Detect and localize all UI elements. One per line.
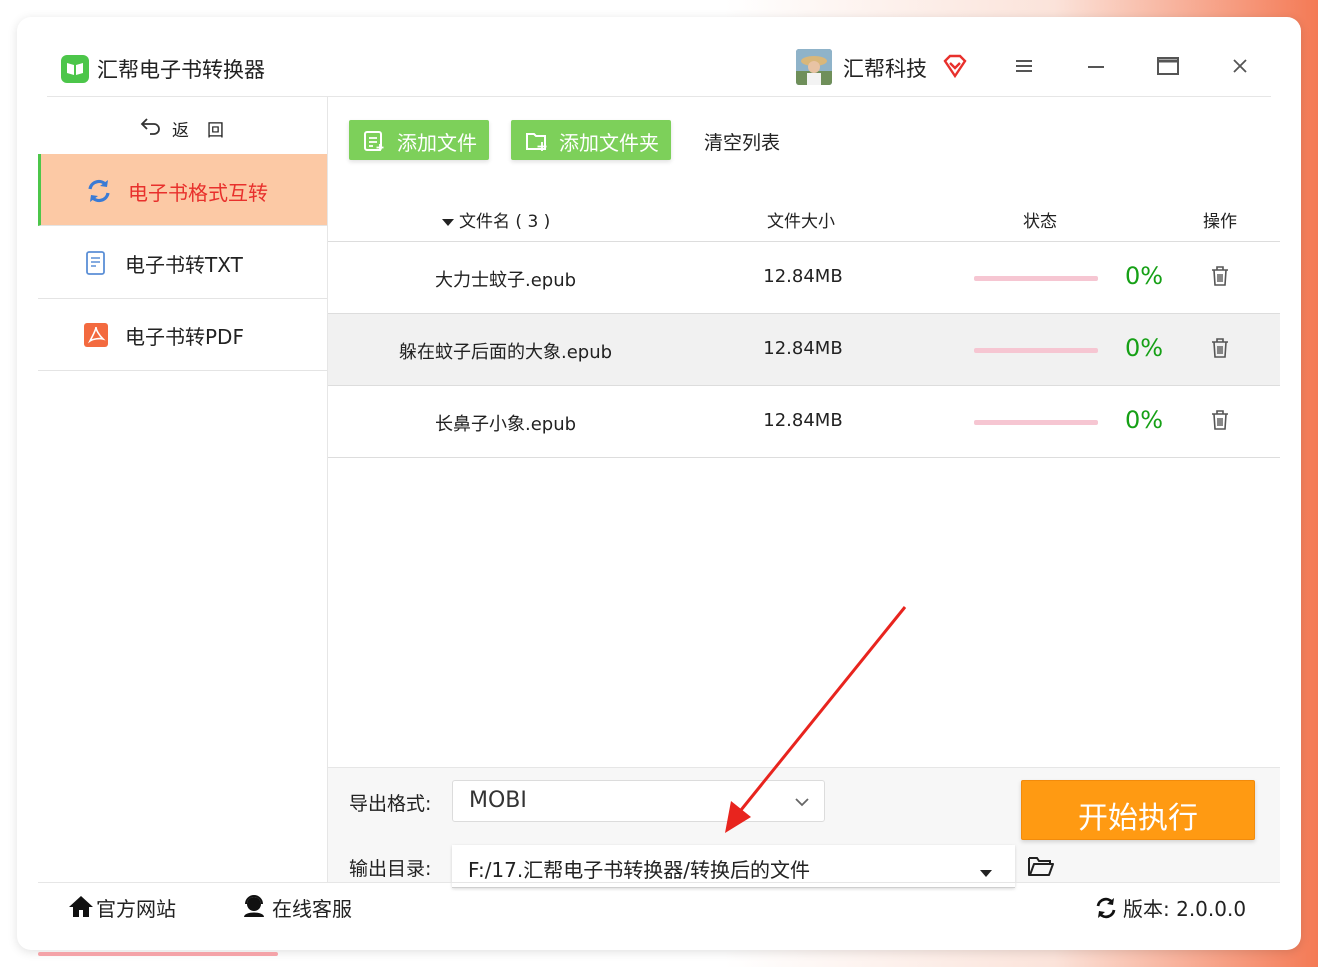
file-table-header: 文件名 ( 3 ) 文件大小 状态 操作 bbox=[328, 197, 1280, 242]
start-button[interactable]: 开始执行 bbox=[1021, 780, 1255, 840]
menu-icon[interactable] bbox=[1011, 53, 1037, 79]
sidebar-item-to-txt[interactable]: 电子书转TXT bbox=[38, 226, 327, 299]
delete-icon[interactable] bbox=[1210, 337, 1230, 364]
sidebar-item-to-pdf[interactable]: 电子书转PDF bbox=[38, 298, 327, 371]
file-size: 12.84MB bbox=[763, 338, 843, 359]
txt-file-icon bbox=[82, 249, 110, 277]
update-refresh-icon[interactable] bbox=[1094, 896, 1118, 925]
add-file-button[interactable]: 添加文件 bbox=[349, 120, 489, 160]
footer: 官方网站 在线客服 版本: 2.0.0.0 bbox=[38, 882, 1280, 931]
add-folder-button[interactable]: 添加文件夹 bbox=[511, 120, 671, 160]
pdf-icon bbox=[82, 321, 110, 349]
app-logo-icon bbox=[61, 55, 89, 83]
vip-diamond-icon[interactable] bbox=[942, 53, 968, 83]
back-arrow-icon bbox=[140, 115, 162, 139]
title-bar: 汇帮电子书转换器 汇帮科技 bbox=[17, 17, 1301, 97]
name-header-label: 文件名 ( 3 ) bbox=[459, 212, 551, 232]
progress-percent: 0% bbox=[1125, 406, 1164, 434]
official-website-link[interactable]: 官方网站 bbox=[96, 893, 176, 922]
home-icon bbox=[68, 894, 94, 923]
annotation-arrow bbox=[725, 606, 907, 833]
back-label: 返回 bbox=[172, 121, 242, 141]
online-support-link[interactable]: 在线客服 bbox=[272, 893, 352, 922]
add-folder-icon bbox=[525, 130, 549, 157]
sidebar-item-format-convert[interactable]: 电子书格式互转 bbox=[38, 154, 327, 226]
sidebar-item-label: 电子书格式互转 bbox=[128, 181, 268, 205]
add-file-icon bbox=[363, 130, 385, 157]
table-row[interactable]: 长鼻子小象.epub 12.84MB 0% bbox=[328, 386, 1280, 458]
file-size: 12.84MB bbox=[763, 410, 843, 431]
version-info: 版本: 2.0.0.0 bbox=[1123, 897, 1247, 921]
progress-bar bbox=[974, 348, 1098, 353]
company-name: 汇帮科技 bbox=[843, 57, 927, 81]
clear-list-button[interactable]: 清空列表 bbox=[704, 128, 780, 155]
open-folder-icon[interactable] bbox=[1027, 854, 1055, 882]
file-name: 躲在蚊子后面的大象.epub bbox=[398, 342, 613, 363]
scroll-strip bbox=[38, 952, 278, 956]
action-header: 操作 bbox=[1203, 212, 1237, 232]
add-folder-label: 添加文件夹 bbox=[559, 131, 659, 155]
format-label: 导出格式: bbox=[349, 793, 432, 815]
progress-percent: 0% bbox=[1125, 334, 1164, 362]
caret-down-icon bbox=[979, 863, 993, 882]
output-label: 输出目录: bbox=[349, 858, 432, 880]
sidebar: 返回 电子书格式互转 电子书转TXT 电子书转PDF bbox=[38, 97, 328, 882]
file-name: 大力士蚊子.epub bbox=[434, 270, 577, 291]
user-avatar[interactable] bbox=[796, 49, 832, 85]
status-header: 状态 bbox=[1023, 212, 1057, 232]
close-icon[interactable] bbox=[1227, 53, 1253, 79]
delete-icon[interactable] bbox=[1210, 265, 1230, 292]
add-file-label: 添加文件 bbox=[397, 131, 477, 155]
size-header: 文件大小 bbox=[767, 212, 835, 232]
back-button[interactable]: 返回 bbox=[38, 97, 327, 154]
file-size: 12.84MB bbox=[763, 266, 843, 287]
sort-name-header[interactable]: 文件名 ( 3 ) bbox=[441, 207, 550, 232]
start-button-label: 开始执行 bbox=[1078, 801, 1198, 836]
file-name: 长鼻子小象.epub bbox=[434, 414, 577, 435]
table-row[interactable]: 躲在蚊子后面的大象.epub 12.84MB 0% bbox=[328, 314, 1280, 386]
sidebar-item-label: 电子书转PDF bbox=[125, 325, 244, 349]
app-window: 汇帮电子书转换器 汇帮科技 返回 电子书格式互转 电子书转TXT 电子书转PDF… bbox=[17, 17, 1301, 950]
maximize-icon[interactable] bbox=[1155, 53, 1181, 79]
progress-bar bbox=[974, 276, 1098, 281]
app-title: 汇帮电子书转换器 bbox=[97, 58, 265, 82]
sort-down-icon bbox=[442, 219, 454, 226]
table-row[interactable]: 大力士蚊子.epub 12.84MB 0% bbox=[328, 242, 1280, 314]
format-value: MOBI bbox=[469, 788, 527, 813]
sidebar-item-label: 电子书转TXT bbox=[125, 253, 243, 277]
progress-bar bbox=[974, 420, 1098, 425]
customer-service-icon bbox=[241, 894, 267, 923]
refresh-icon bbox=[85, 177, 113, 205]
minimize-icon[interactable] bbox=[1083, 53, 1109, 79]
progress-percent: 0% bbox=[1125, 262, 1164, 290]
delete-icon[interactable] bbox=[1210, 409, 1230, 436]
output-dir-value: F:/17.汇帮电子书转换器/转换后的文件 bbox=[468, 858, 810, 882]
